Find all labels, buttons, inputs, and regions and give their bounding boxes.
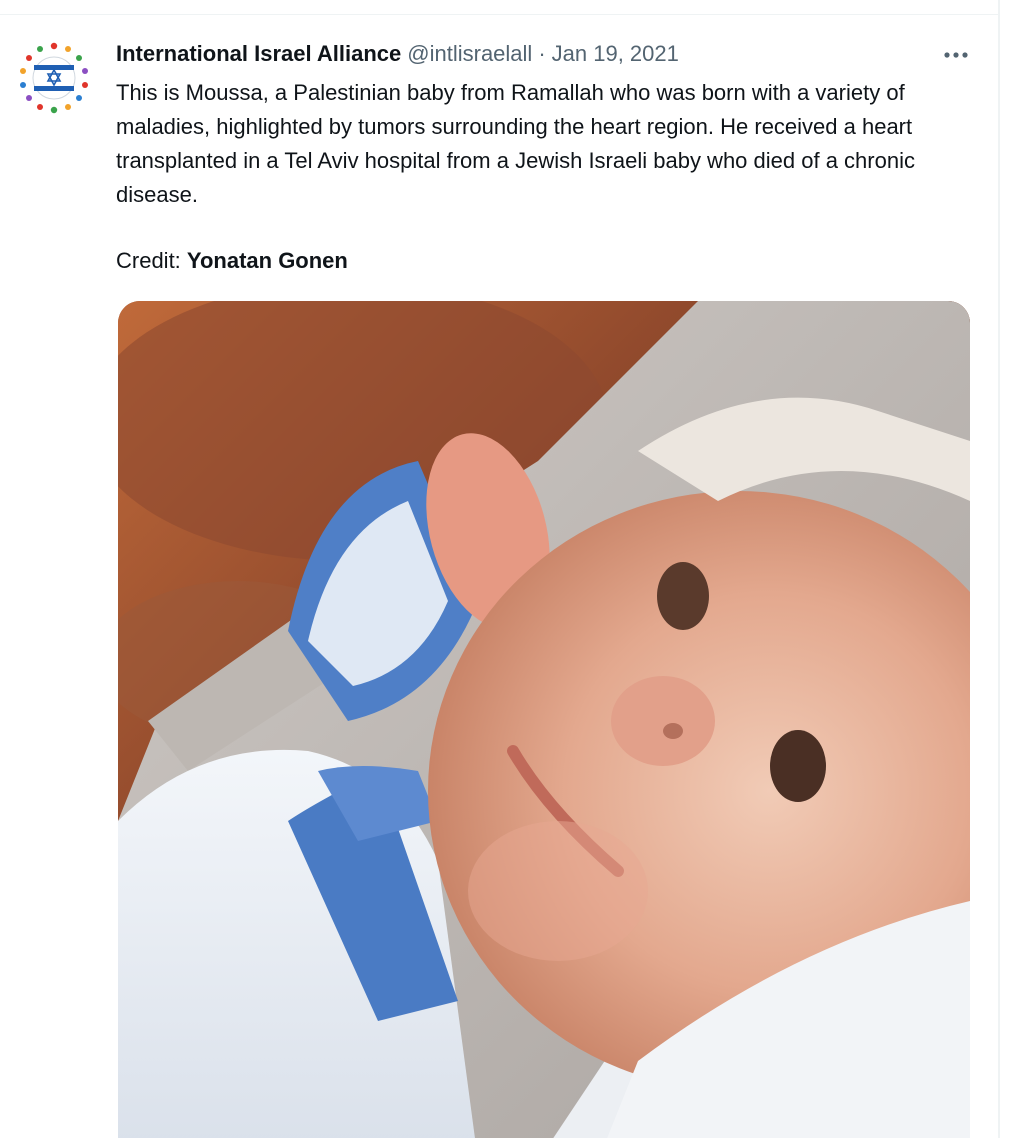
tweet-page: International Israel Alliance @intlisrae… [0,0,1024,1138]
more-options-button[interactable] [936,40,976,70]
credit-label: Credit: [116,248,187,273]
author-handle[interactable]: @intlisraelall [407,38,532,70]
baby-photo-image [118,301,970,1138]
header-separator: · [538,41,546,66]
top-divider [0,14,998,15]
tweet-photo[interactable] [118,301,970,1138]
tweet-text: This is Moussa, a Palestinian baby from … [116,80,922,207]
author-display-name[interactable]: International Israel Alliance [116,38,401,70]
timeline-border [998,0,1000,1138]
israel-flag-stars-logo-icon [17,41,91,115]
tweet-timestamp[interactable]: Jan 19, 2021 [552,38,679,70]
credit-name: Yonatan Gonen [186,248,348,273]
tweet-header: International Israel Alliance @intlisrae… [116,38,679,70]
more-dots-icon [944,52,968,58]
tweet-credit: Credit: Yonatan Gonen [116,244,348,278]
avatar[interactable] [16,40,92,116]
